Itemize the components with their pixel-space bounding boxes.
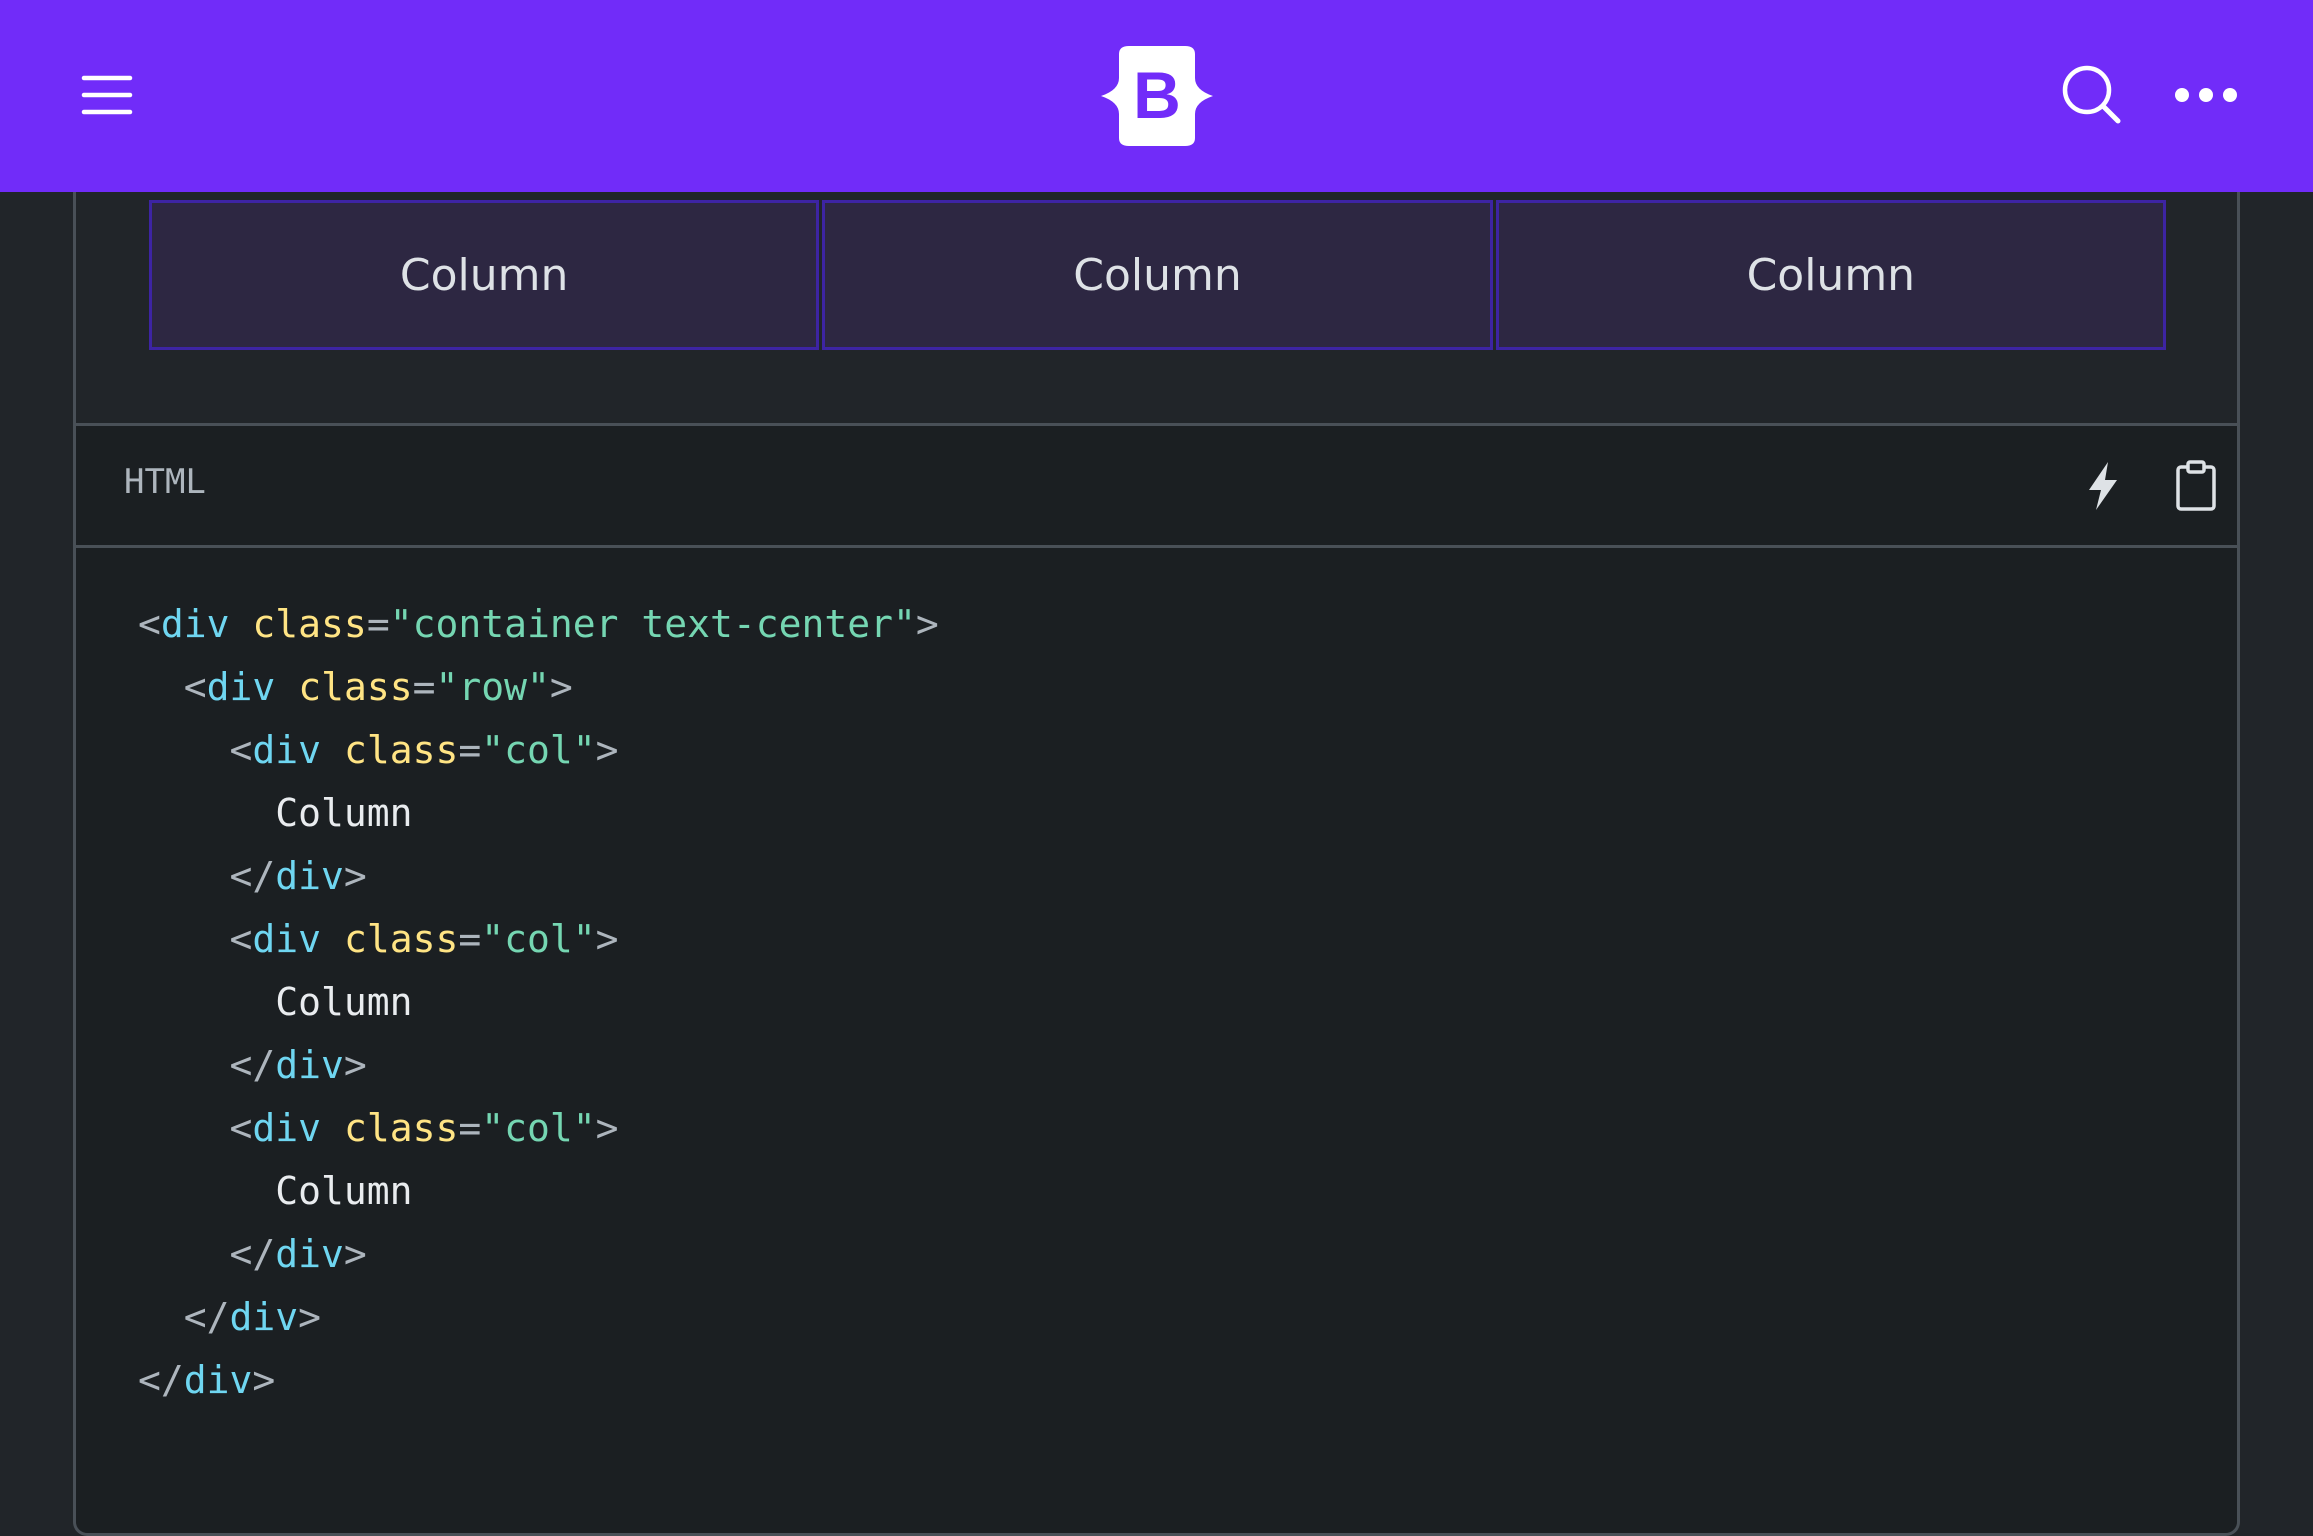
code-punct: > — [549, 665, 573, 709]
code-punct: < — [229, 1106, 253, 1150]
code-line: <div class="col"> — [138, 1097, 939, 1160]
code-line: <div class="container text-center"> — [138, 593, 939, 656]
code-punct: > — [252, 1358, 276, 1402]
code-snippet: <div class="container text-center"> <div… — [138, 593, 939, 1412]
code-string: "row" — [435, 665, 550, 709]
grid-column: Column — [822, 200, 1493, 350]
more-options-button[interactable] — [2160, 52, 2252, 138]
grid-column: Column — [1495, 200, 2166, 350]
code-punct: = — [458, 917, 482, 961]
code-punct: < — [229, 917, 253, 961]
bootstrap-logo-icon: B — [1101, 46, 1213, 146]
code-tag: div — [275, 854, 344, 898]
code-punct: > — [595, 728, 619, 772]
code-line: <div class="col"> — [138, 719, 939, 782]
code-attr: class — [343, 1106, 459, 1150]
code-punct: > — [343, 854, 367, 898]
hamburger-menu-icon — [81, 75, 133, 115]
code-attr: class — [298, 665, 413, 709]
code-line: </div> — [138, 845, 939, 908]
code-tag: div — [229, 1295, 299, 1339]
code-punct: </ — [183, 1295, 230, 1339]
code-line: <div class="col"> — [138, 908, 939, 971]
search-button[interactable] — [2050, 52, 2134, 138]
code-line: </div> — [138, 1286, 939, 1349]
example-panel: Column Column Column HTML <div class="co… — [73, 150, 2240, 1536]
code-tag: div — [275, 1232, 344, 1276]
brand-logo-link[interactable]: B — [1095, 46, 1219, 146]
code-tag: div — [252, 728, 322, 772]
code-text: Column — [275, 791, 413, 835]
stackblitz-button[interactable] — [2068, 448, 2138, 524]
code-punct: = — [458, 1106, 482, 1150]
code-text: Column — [275, 980, 413, 1024]
code-punct: > — [595, 917, 619, 961]
lightning-icon — [2089, 462, 2117, 510]
code-tag: div — [183, 1358, 253, 1402]
top-navbar: B — [0, 0, 2313, 192]
code-line: Column — [138, 971, 939, 1034]
code-tag: div — [275, 1043, 344, 1087]
code-punct: = — [458, 728, 482, 772]
code-punct: < — [229, 728, 253, 772]
code-punct: </ — [229, 854, 276, 898]
clipboard-icon — [2176, 460, 2216, 511]
code-punct: > — [595, 1106, 619, 1150]
code-line: </div> — [138, 1223, 939, 1286]
code-line: </div> — [138, 1349, 939, 1412]
menu-button[interactable] — [62, 52, 152, 138]
code-line: </div> — [138, 1034, 939, 1097]
code-punct: > — [298, 1295, 322, 1339]
code-line: <div class="row"> — [138, 656, 939, 719]
brand-letter: B — [1133, 58, 1181, 132]
code-punct: </ — [229, 1232, 276, 1276]
code-line: Column — [138, 782, 939, 845]
code-string: "col" — [481, 917, 596, 961]
code-punct: </ — [229, 1043, 276, 1087]
code-attr: class — [343, 728, 459, 772]
code-header: HTML — [76, 423, 2237, 548]
code-tag: div — [160, 602, 230, 646]
code-punct: </ — [138, 1358, 184, 1402]
code-punct: = — [366, 602, 390, 646]
code-string: "col" — [481, 1106, 596, 1150]
code-attr: class — [252, 602, 367, 646]
code-punct: < — [138, 602, 161, 646]
code-attr: class — [343, 917, 459, 961]
grid-column: Column — [149, 200, 820, 350]
code-tag: div — [252, 1106, 322, 1150]
code-punct: > — [343, 1043, 367, 1087]
code-punct: > — [915, 602, 939, 646]
code-punct: = — [412, 665, 436, 709]
grid-row: Column Column Column — [149, 200, 2166, 350]
code-string: "container text-center" — [389, 602, 916, 646]
search-icon — [2062, 65, 2121, 124]
copy-button[interactable] — [2161, 448, 2231, 524]
more-horizontal-icon — [2175, 88, 2237, 102]
code-block: <div class="container text-center"> <div… — [76, 548, 2237, 1533]
code-line: Column — [138, 1160, 939, 1223]
code-punct: < — [183, 665, 207, 709]
code-tag: div — [206, 665, 276, 709]
code-language-label: HTML — [124, 462, 206, 502]
code-punct: > — [343, 1232, 367, 1276]
code-string: "col" — [481, 728, 596, 772]
code-text: Column — [275, 1169, 413, 1213]
code-tag: div — [252, 917, 322, 961]
